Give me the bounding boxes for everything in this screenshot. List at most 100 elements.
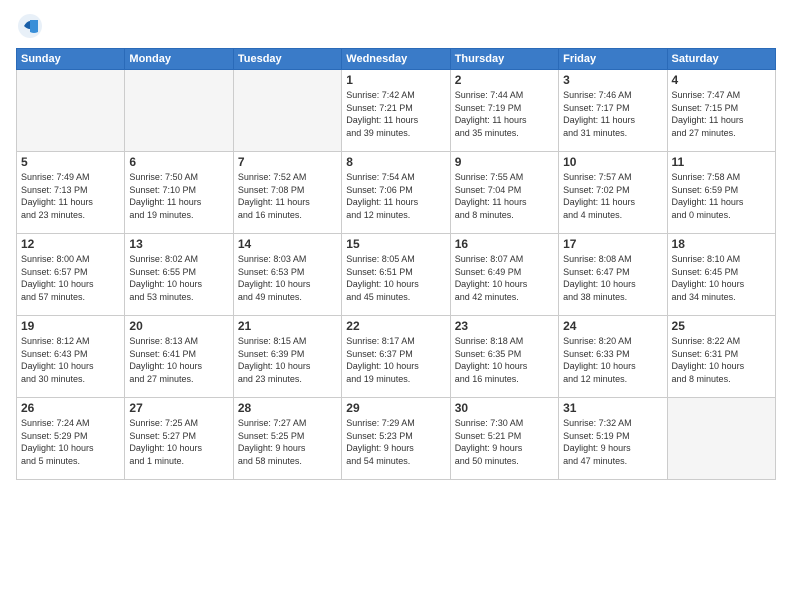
calendar-table: SundayMondayTuesdayWednesdayThursdayFrid… — [16, 48, 776, 480]
day-info: Sunrise: 7:49 AM Sunset: 7:13 PM Dayligh… — [21, 171, 120, 221]
day-info: Sunrise: 8:18 AM Sunset: 6:35 PM Dayligh… — [455, 335, 554, 385]
day-number: 26 — [21, 401, 120, 415]
day-number: 25 — [672, 319, 771, 333]
calendar-cell: 23 Sunrise: 8:18 AM Sunset: 6:35 PM Dayli… — [450, 316, 558, 398]
day-info: Sunrise: 7:44 AM Sunset: 7:19 PM Dayligh… — [455, 89, 554, 139]
day-number: 18 — [672, 237, 771, 251]
calendar-cell: 29Sunrise: 7:29 AM Sunset: 5:23 PM Dayli… — [342, 398, 450, 480]
day-info: Sunrise: 8:00 AM Sunset: 6:57 PM Dayligh… — [21, 253, 120, 303]
day-number: 27 — [129, 401, 228, 415]
day-info: Sunrise: 7:57 AM Sunset: 7:02 PM Dayligh… — [563, 171, 662, 221]
page: SundayMondayTuesdayWednesdayThursdayFrid… — [0, 0, 792, 612]
day-number: 16 — [455, 237, 554, 251]
calendar-cell: 10Sunrise: 7:57 AM Sunset: 7:02 PM Dayli… — [559, 152, 667, 234]
day-number: 7 — [238, 155, 337, 169]
day-info: Sunrise: 8:22 AM Sunset: 6:31 PM Dayligh… — [672, 335, 771, 385]
day-info: Sunrise: 7:24 AM Sunset: 5:29 PM Dayligh… — [21, 417, 120, 467]
day-number: 23 — [455, 319, 554, 333]
day-info: Sunrise: 8:05 AM Sunset: 6:51 PM Dayligh… — [346, 253, 445, 303]
day-info: Sunrise: 8:10 AM Sunset: 6:45 PM Dayligh… — [672, 253, 771, 303]
day-info: Sunrise: 7:29 AM Sunset: 5:23 PM Dayligh… — [346, 417, 445, 467]
day-info: Sunrise: 7:50 AM Sunset: 7:10 PM Dayligh… — [129, 171, 228, 221]
calendar-header-row: SundayMondayTuesdayWednesdayThursdayFrid… — [17, 49, 776, 70]
calendar-cell — [667, 398, 775, 480]
day-info: Sunrise: 8:08 AM Sunset: 6:47 PM Dayligh… — [563, 253, 662, 303]
calendar-cell: 26 Sunrise: 7:24 AM Sunset: 5:29 PM Dayli… — [17, 398, 125, 480]
calendar-cell: 19 Sunrise: 8:12 AM Sunset: 6:43 PM Dayli… — [17, 316, 125, 398]
day-number: 22 — [346, 319, 445, 333]
day-info: Sunrise: 8:12 AM Sunset: 6:43 PM Dayligh… — [21, 335, 120, 385]
calendar-cell: 24 Sunrise: 8:20 AM Sunset: 6:33 PM Dayli… — [559, 316, 667, 398]
weekday-header-saturday: Saturday — [667, 49, 775, 70]
day-info: Sunrise: 8:15 AM Sunset: 6:39 PM Dayligh… — [238, 335, 337, 385]
day-number: 2 — [455, 73, 554, 87]
calendar-cell: 2 Sunrise: 7:44 AM Sunset: 7:19 PM Daylig… — [450, 70, 558, 152]
weekday-header-wednesday: Wednesday — [342, 49, 450, 70]
day-number: 9 — [455, 155, 554, 169]
calendar-cell: 25 Sunrise: 8:22 AM Sunset: 6:31 PM Dayli… — [667, 316, 775, 398]
day-number: 19 — [21, 319, 120, 333]
calendar-cell: 4Sunrise: 7:47 AM Sunset: 7:15 PM Daylig… — [667, 70, 775, 152]
header — [16, 12, 776, 40]
day-number: 3 — [563, 73, 662, 87]
day-number: 30 — [455, 401, 554, 415]
calendar-cell: 5 Sunrise: 7:49 AM Sunset: 7:13 PM Daylig… — [17, 152, 125, 234]
day-info: Sunrise: 7:25 AM Sunset: 5:27 PM Dayligh… — [129, 417, 228, 467]
weekday-header-thursday: Thursday — [450, 49, 558, 70]
day-number: 14 — [238, 237, 337, 251]
day-info: Sunrise: 7:52 AM Sunset: 7:08 PM Dayligh… — [238, 171, 337, 221]
calendar-cell — [233, 70, 341, 152]
day-number: 28 — [238, 401, 337, 415]
day-number: 11 — [672, 155, 771, 169]
calendar-cell: 16 Sunrise: 8:07 AM Sunset: 6:49 PM Dayli… — [450, 234, 558, 316]
logo-icon — [16, 12, 44, 40]
day-info: Sunrise: 8:07 AM Sunset: 6:49 PM Dayligh… — [455, 253, 554, 303]
day-info: Sunrise: 8:20 AM Sunset: 6:33 PM Dayligh… — [563, 335, 662, 385]
calendar-cell: 13 Sunrise: 8:02 AM Sunset: 6:55 PM Dayli… — [125, 234, 233, 316]
calendar-cell: 28 Sunrise: 7:27 AM Sunset: 5:25 PM Dayli… — [233, 398, 341, 480]
day-number: 31 — [563, 401, 662, 415]
calendar-cell: 18 Sunrise: 8:10 AM Sunset: 6:45 PM Dayli… — [667, 234, 775, 316]
day-info: Sunrise: 7:54 AM Sunset: 7:06 PM Dayligh… — [346, 171, 445, 221]
calendar-cell: 20 Sunrise: 8:13 AM Sunset: 6:41 PM Dayli… — [125, 316, 233, 398]
day-number: 20 — [129, 319, 228, 333]
calendar-week-row: 5 Sunrise: 7:49 AM Sunset: 7:13 PM Daylig… — [17, 152, 776, 234]
day-info: Sunrise: 8:13 AM Sunset: 6:41 PM Dayligh… — [129, 335, 228, 385]
calendar-cell: 7 Sunrise: 7:52 AM Sunset: 7:08 PM Daylig… — [233, 152, 341, 234]
day-number: 12 — [21, 237, 120, 251]
day-info: Sunrise: 7:30 AM Sunset: 5:21 PM Dayligh… — [455, 417, 554, 467]
calendar-cell: 17 Sunrise: 8:08 AM Sunset: 6:47 PM Dayli… — [559, 234, 667, 316]
day-number: 5 — [21, 155, 120, 169]
day-info: Sunrise: 7:46 AM Sunset: 7:17 PM Dayligh… — [563, 89, 662, 139]
calendar-week-row: 12 Sunrise: 8:00 AM Sunset: 6:57 PM Dayli… — [17, 234, 776, 316]
day-number: 24 — [563, 319, 662, 333]
calendar-cell: 14 Sunrise: 8:03 AM Sunset: 6:53 PM Dayli… — [233, 234, 341, 316]
calendar-cell: 27 Sunrise: 7:25 AM Sunset: 5:27 PM Dayli… — [125, 398, 233, 480]
day-number: 4 — [672, 73, 771, 87]
day-number: 13 — [129, 237, 228, 251]
day-info: Sunrise: 7:42 AM Sunset: 7:21 PM Dayligh… — [346, 89, 445, 139]
day-number: 17 — [563, 237, 662, 251]
day-number: 6 — [129, 155, 228, 169]
day-info: Sunrise: 7:32 AM Sunset: 5:19 PM Dayligh… — [563, 417, 662, 467]
day-info: Sunrise: 7:27 AM Sunset: 5:25 PM Dayligh… — [238, 417, 337, 467]
calendar-cell: 9 Sunrise: 7:55 AM Sunset: 7:04 PM Daylig… — [450, 152, 558, 234]
day-number: 8 — [346, 155, 445, 169]
calendar-cell — [125, 70, 233, 152]
calendar-cell: 11 Sunrise: 7:58 AM Sunset: 6:59 PM Dayli… — [667, 152, 775, 234]
calendar-cell: 22Sunrise: 8:17 AM Sunset: 6:37 PM Dayli… — [342, 316, 450, 398]
day-info: Sunrise: 7:58 AM Sunset: 6:59 PM Dayligh… — [672, 171, 771, 221]
weekday-header-tuesday: Tuesday — [233, 49, 341, 70]
day-info: Sunrise: 8:03 AM Sunset: 6:53 PM Dayligh… — [238, 253, 337, 303]
logo — [16, 12, 48, 40]
day-number: 21 — [238, 319, 337, 333]
weekday-header-friday: Friday — [559, 49, 667, 70]
weekday-header-monday: Monday — [125, 49, 233, 70]
calendar-cell — [17, 70, 125, 152]
day-info: Sunrise: 7:55 AM Sunset: 7:04 PM Dayligh… — [455, 171, 554, 221]
calendar-cell: 3 Sunrise: 7:46 AM Sunset: 7:17 PM Daylig… — [559, 70, 667, 152]
day-info: Sunrise: 8:02 AM Sunset: 6:55 PM Dayligh… — [129, 253, 228, 303]
day-number: 15 — [346, 237, 445, 251]
calendar-cell: 6 Sunrise: 7:50 AM Sunset: 7:10 PM Daylig… — [125, 152, 233, 234]
day-number: 1 — [346, 73, 445, 87]
